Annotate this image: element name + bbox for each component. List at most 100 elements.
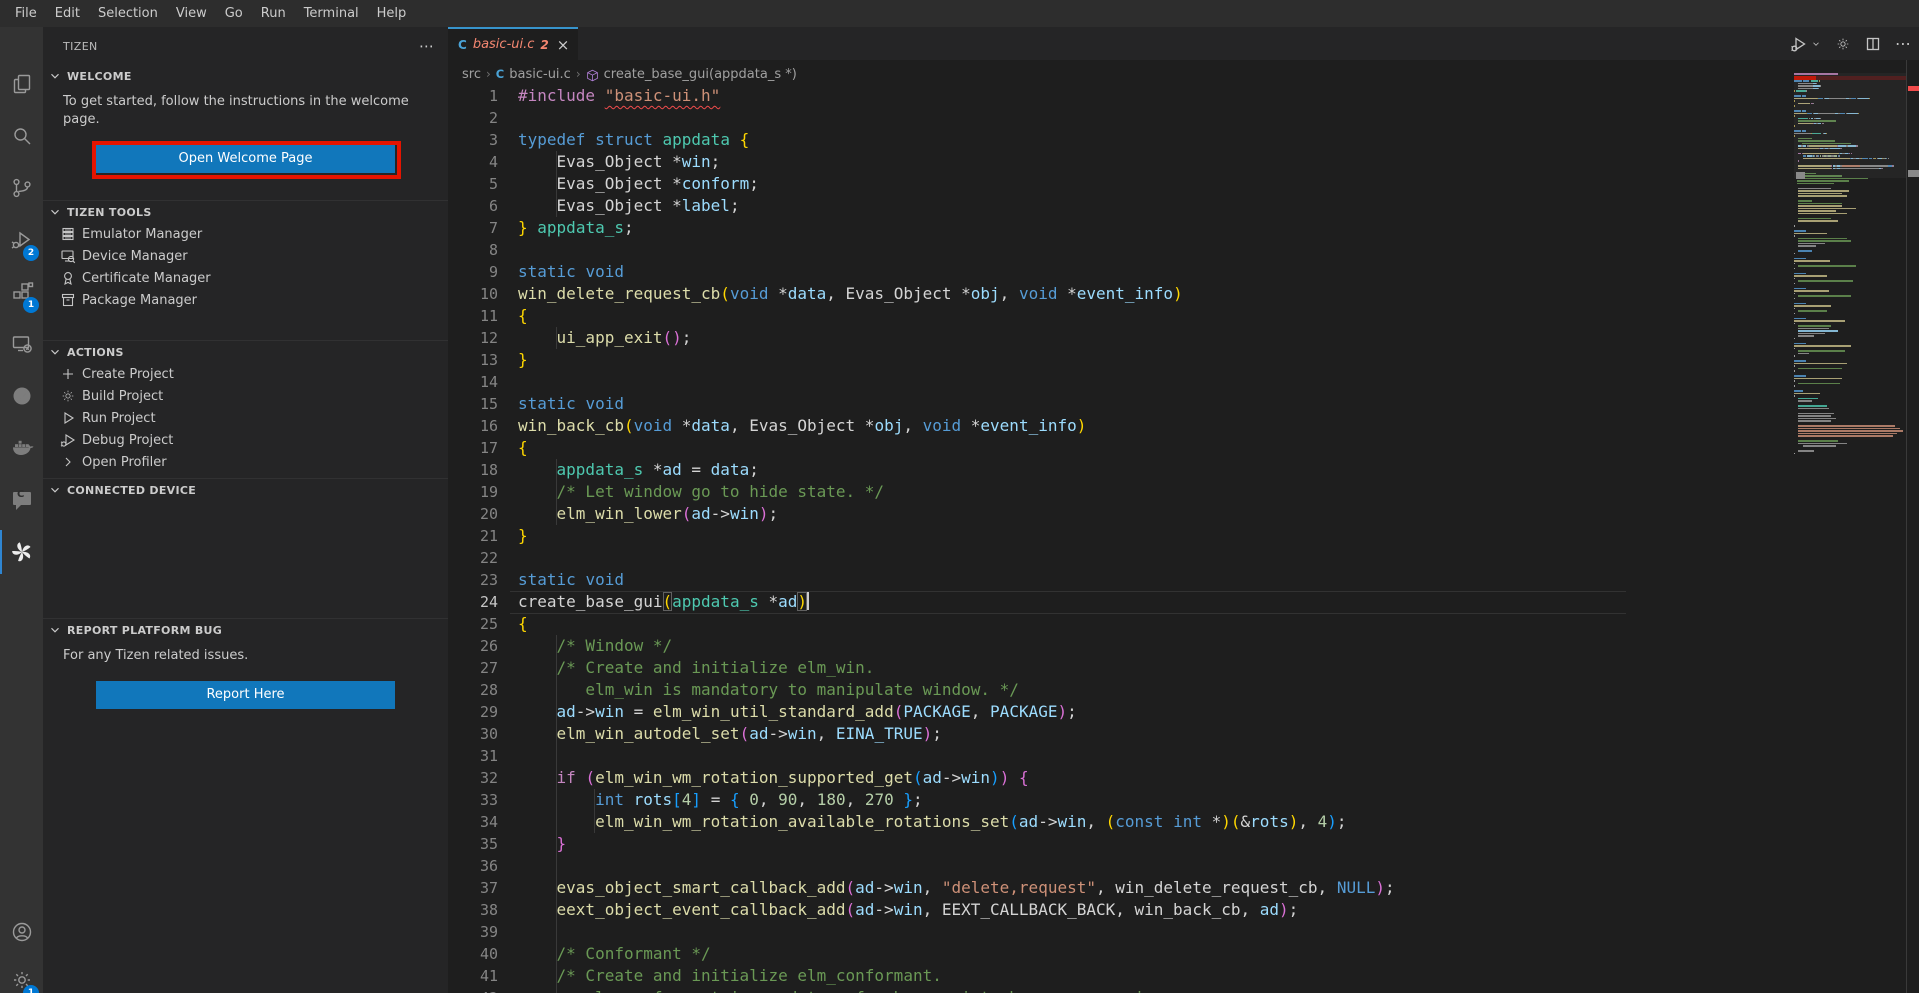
code-line-1: 1#include "basic-ui.h"	[448, 88, 1919, 107]
line-text: eext_object_event_callback_add(ad->win, …	[518, 899, 1298, 921]
sidebar-item-open-profiler[interactable]: Open Profiler	[43, 451, 448, 473]
line-number: 41	[448, 965, 498, 987]
activity-live-share[interactable]	[0, 371, 43, 421]
code-line-12: 12 ui_app_exit();	[448, 327, 1919, 349]
menu-edit[interactable]: Edit	[46, 0, 89, 27]
line-text: appdata_s *ad = data;	[518, 459, 759, 481]
activity-settings[interactable]: 1	[0, 955, 43, 993]
sidebar-item-emulator-manager[interactable]: Emulator Manager	[43, 223, 448, 245]
breadcrumb-item[interactable]: create_base_gui(appdata_s *)	[604, 67, 797, 82]
sidebar-item-build-project[interactable]: Build Project	[43, 385, 448, 407]
menu-selection[interactable]: Selection	[89, 0, 167, 27]
code-line-18: 18 appdata_s *ad = data;	[448, 459, 1919, 481]
line-number: 5	[448, 173, 498, 195]
activity-chat-c[interactable]: C	[0, 475, 43, 525]
sidebar-item-create-project[interactable]: Create Project	[43, 363, 448, 385]
activity-source-control[interactable]	[0, 163, 43, 213]
tab-basic-ui-c[interactable]: C basic-ui.c 2 ×	[448, 27, 578, 60]
line-number: 38	[448, 899, 498, 921]
activity-extensions[interactable]: 1	[0, 267, 43, 317]
section-header-tizen-tools[interactable]: TIZEN TOOLS	[43, 201, 448, 223]
run-dropdown-button[interactable]	[1811, 39, 1821, 49]
section-divider	[43, 618, 448, 619]
chevron-down-icon	[47, 68, 63, 84]
code-line-42: 42 elm_conformant is mandatory for base …	[448, 987, 1919, 993]
split-editor-icon	[1865, 36, 1881, 52]
report-here-button[interactable]: Report Here	[96, 681, 395, 709]
line-text: Evas_Object *conform;	[518, 173, 759, 195]
activity-tizen[interactable]	[0, 527, 43, 577]
code-line-22: 22	[448, 547, 1919, 569]
line-number: 28	[448, 679, 498, 701]
activity-explorer[interactable]	[0, 59, 43, 109]
line-number: 34	[448, 811, 498, 833]
line-text: elm_win_autodel_set(ad->win, EINA_TRUE);	[518, 723, 942, 745]
line-text: } appdata_s;	[518, 217, 634, 239]
c-file-icon: C	[496, 67, 504, 81]
breadcrumb-item[interactable]: basic-ui.c	[509, 67, 571, 82]
activity-search[interactable]	[0, 111, 43, 161]
line-text: static void	[518, 261, 624, 283]
section-divider	[43, 478, 448, 479]
line-number: 23	[448, 569, 498, 591]
line-number: 19	[448, 481, 498, 503]
section-header-welcome[interactable]: WELCOME	[43, 65, 448, 87]
code-line-37: 37 evas_object_smart_callback_add(ad->wi…	[448, 877, 1919, 899]
item-label: Build Project	[82, 389, 163, 404]
activity-run-and-debug[interactable]: 2	[0, 215, 43, 265]
menu-help[interactable]: Help	[368, 0, 416, 27]
line-text: Evas_Object *label;	[518, 195, 740, 217]
sidebar-item-debug-project[interactable]: Debug Project	[43, 429, 448, 451]
section-header-connected-device[interactable]: CONNECTED DEVICE	[43, 479, 448, 501]
line-number: 10	[448, 283, 498, 305]
menu-terminal[interactable]: Terminal	[295, 0, 368, 27]
vscode-window: FileEditSelectionViewGoRunTerminalHelp 2…	[0, 0, 1919, 993]
tab-duplicate-badge: 2	[540, 38, 548, 52]
open-welcome-page-button[interactable]: Open Welcome Page	[96, 145, 395, 173]
line-number: 15	[448, 393, 498, 415]
line-number: 33	[448, 789, 498, 811]
menu-view[interactable]: View	[167, 0, 216, 27]
line-number: 11	[448, 305, 498, 327]
close-icon[interactable]: ×	[557, 36, 570, 54]
code-line-26: 26 /* Window */	[448, 635, 1919, 657]
line-number: 42	[448, 987, 498, 993]
line-number: 16	[448, 415, 498, 437]
line-text: evas_object_smart_callback_add(ad->win, …	[518, 877, 1395, 899]
more-actions-button[interactable]: ⋯	[1895, 34, 1911, 53]
item-label: Open Profiler	[82, 455, 167, 470]
code-line-30: 30 elm_win_autodel_set(ad->win, EINA_TRU…	[448, 723, 1919, 745]
build-tasks-button[interactable]	[1835, 36, 1851, 52]
line-text: }	[518, 525, 528, 547]
sidebar-title: TIZEN	[63, 40, 98, 53]
minimap-slider[interactable]	[1794, 73, 1906, 178]
more-actions-icon[interactable]: ⋯	[419, 37, 434, 55]
code-line-5: 5 Evas_Object *conform;	[448, 173, 1919, 195]
menu-go[interactable]: Go	[216, 0, 252, 27]
line-text: if (elm_win_wm_rotation_supported_get(ad…	[518, 767, 1029, 789]
chevron-down-icon	[47, 204, 63, 220]
menu-file[interactable]: File	[6, 0, 46, 27]
section-header-report-platform-bug[interactable]: REPORT PLATFORM BUG	[43, 619, 448, 641]
activity-accounts[interactable]	[0, 907, 43, 957]
device-manager-icon	[60, 248, 76, 264]
run-or-debug-button[interactable]	[1791, 36, 1807, 52]
code-editor[interactable]: 1#include "basic-ui.h"23typedef struct a…	[448, 88, 1919, 993]
c-file-icon: C	[458, 38, 467, 52]
sidebar-item-run-project[interactable]: Run Project	[43, 407, 448, 429]
sidebar-item-package-manager[interactable]: Package Manager	[43, 289, 448, 311]
activity-remote-explorer[interactable]	[0, 319, 43, 369]
section-label: REPORT PLATFORM BUG	[67, 624, 222, 637]
minimap[interactable]	[1794, 73, 1906, 513]
item-label: Debug Project	[82, 433, 173, 448]
line-number: 24	[448, 591, 498, 613]
sidebar-item-device-manager[interactable]: Device Manager	[43, 245, 448, 267]
split-editor-button[interactable]	[1865, 36, 1881, 52]
sidebar-item-certificate-manager[interactable]: Certificate Manager	[43, 267, 448, 289]
item-label: Create Project	[82, 367, 174, 382]
menu-run[interactable]: Run	[252, 0, 295, 27]
section-header-actions[interactable]: ACTIONS	[43, 341, 448, 363]
code-line-3: 3typedef struct appdata {	[448, 129, 1919, 151]
activity-docker[interactable]	[0, 423, 43, 473]
breadcrumb-item[interactable]: src	[462, 67, 481, 82]
